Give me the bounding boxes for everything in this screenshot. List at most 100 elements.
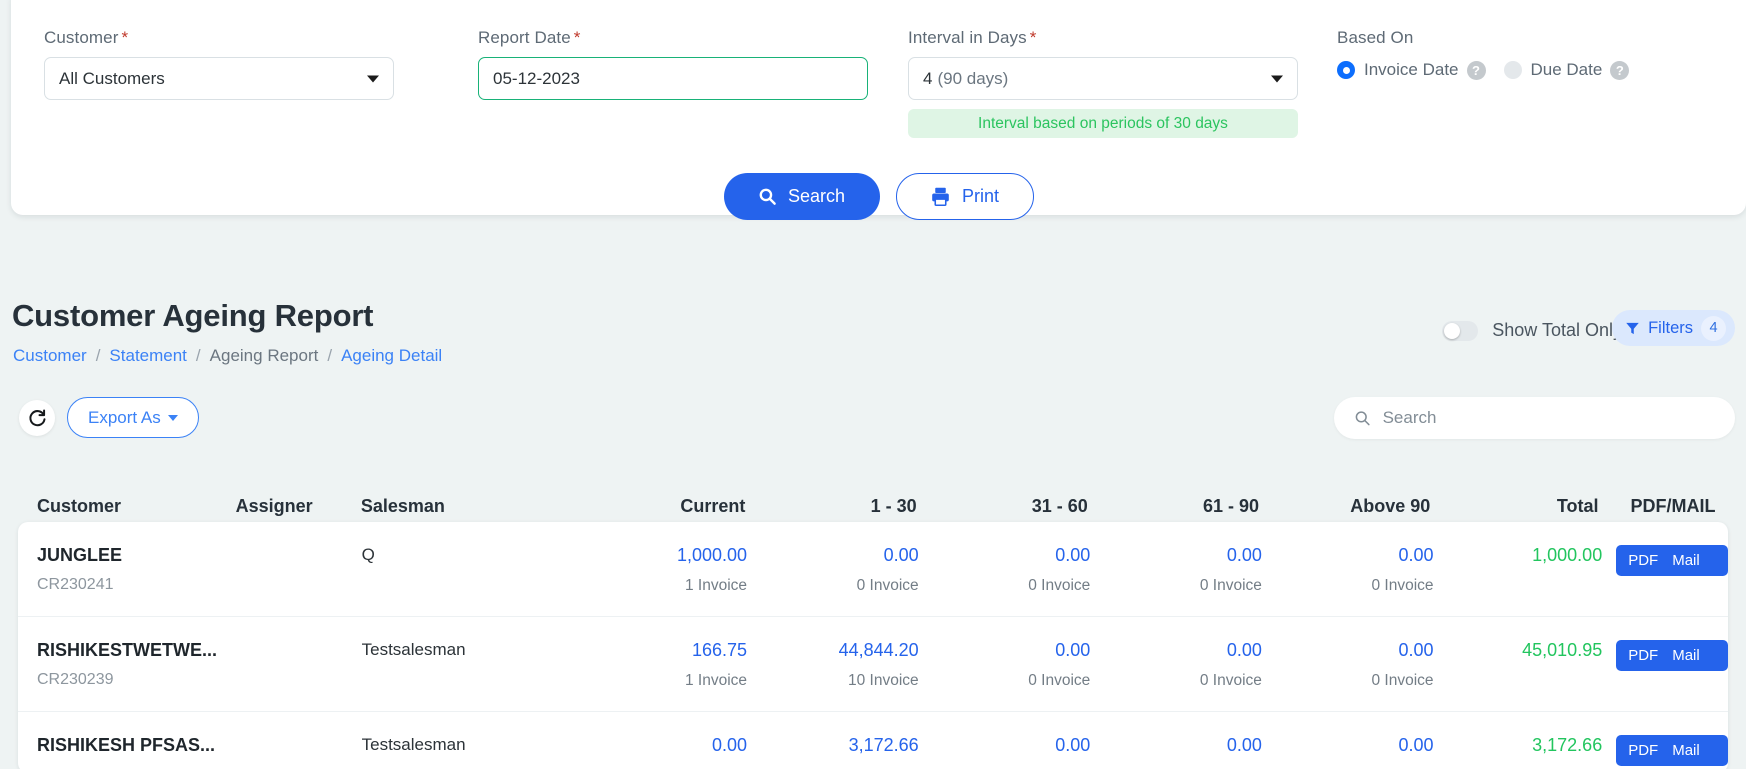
interval-value-number: 4 (923, 68, 933, 88)
toggle-switch[interactable] (1442, 320, 1479, 341)
filters-count-badge: 4 (1701, 315, 1726, 341)
amount[interactable]: 0.00 (1398, 545, 1433, 566)
customer-label-text: Customer (44, 28, 119, 47)
amount[interactable]: 0.00 (884, 545, 919, 566)
customer-code: CR230241 (37, 576, 114, 593)
help-icon[interactable]: ? (1466, 60, 1486, 80)
amount[interactable]: 0.00 (1055, 735, 1090, 756)
cell-customer: RISHIKESH PFSAS... (18, 735, 236, 756)
pdf-button[interactable]: PDF (1628, 742, 1658, 759)
cell-current: 1,000.00 1 Invoice (575, 545, 747, 595)
invoice-count: 0 Invoice (1371, 672, 1434, 689)
amount[interactable]: 166.75 (692, 640, 747, 661)
amount[interactable]: 0.00 (1227, 545, 1262, 566)
column-header-total: Total (1556, 495, 1599, 516)
export-as-label: Export As (88, 407, 161, 427)
mail-button[interactable]: Mail (1672, 647, 1700, 664)
report-date-input[interactable]: 05-12-2023 (478, 57, 868, 100)
amount[interactable]: 0.00 (1227, 735, 1262, 756)
amount[interactable]: 1,000.00 (677, 545, 747, 566)
radio-due-date[interactable] (1503, 61, 1522, 79)
cell-salesman: Testsalesman (361, 735, 466, 754)
amount[interactable]: 44,844.20 (839, 640, 919, 661)
based-on-field: Based On Invoice Date ? Due Date ? (1337, 28, 1647, 80)
cell-pdf-mail: PDF Mail (1602, 545, 1728, 576)
search-icon (1355, 411, 1370, 426)
cell-current: 0.00 (575, 735, 747, 756)
interval-label-text: Interval in Days (908, 28, 1027, 47)
print-button-label: Print (961, 186, 999, 206)
cell-pdf-mail: PDF Mail (1602, 735, 1728, 766)
table-search[interactable] (1334, 397, 1735, 439)
column-header-31-60: 31 - 60 (1031, 495, 1088, 516)
cell-above-90: 0.00 0 Invoice (1262, 545, 1433, 595)
amount[interactable]: 3,172.66 (849, 735, 919, 756)
cell-31-60: 0.00 0 Invoice (919, 640, 1091, 690)
pdf-button[interactable]: PDF (1628, 552, 1658, 569)
table-row[interactable]: JUNGLEE CR230241 Q 1,000.00 1 Invoice 0.00 0 I… (18, 522, 1728, 617)
amount[interactable]: 0.00 (1398, 640, 1433, 661)
pdf-mail-group[interactable]: PDF Mail (1616, 640, 1728, 671)
table-row[interactable]: RISHIKESTWETWE... CR230239 Testsalesman 166… (18, 617, 1728, 712)
breadcrumb-separator: / (95, 346, 101, 365)
amount[interactable]: 0.00 (712, 735, 747, 756)
filter-panel: Customer * All Customers Report Date * 05-… (11, 0, 1746, 220)
amount[interactable]: 0.00 (1227, 640, 1262, 661)
based-on-radio-group: Invoice Date ? Due Date ? (1337, 60, 1647, 80)
print-button[interactable]: Print (895, 173, 1034, 220)
cell-total: 1,000.00 (1434, 545, 1602, 566)
interval-select[interactable]: 4 (90 days) (908, 57, 1298, 100)
show-total-only-toggle[interactable]: Show Total Only (1442, 320, 1622, 341)
pdf-mail-group[interactable]: PDF Mail (1616, 735, 1728, 766)
radio-invoice-date-label[interactable]: Invoice Date (1364, 60, 1459, 80)
show-total-only-label: Show Total Only (1492, 320, 1622, 340)
column-header-above-90: Above 90 (1350, 495, 1431, 516)
filter-actions: Search Print (11, 173, 1746, 220)
breadcrumb-separator: / (327, 346, 333, 365)
breadcrumb-item-statement[interactable]: Statement (109, 346, 187, 366)
invoice-count: 0 Invoice (856, 577, 919, 594)
customer-code: CR230239 (37, 671, 114, 688)
column-header-current: Current (680, 495, 746, 516)
export-as-button[interactable]: Export As (67, 397, 199, 438)
cell-current: 166.75 1 Invoice (575, 640, 747, 690)
search-button[interactable]: Search (723, 173, 880, 220)
mail-button[interactable]: Mail (1672, 742, 1700, 759)
breadcrumb-item-customer[interactable]: Customer (13, 346, 87, 366)
cell-total: 3,172.66 (1434, 735, 1603, 756)
cell-above-90: 0.00 (1262, 735, 1433, 756)
refresh-button[interactable] (19, 400, 55, 436)
column-header-assigner: Assigner (235, 495, 313, 516)
search-input[interactable] (1382, 408, 1715, 428)
customer-select[interactable]: All Customers (44, 57, 394, 100)
pdf-mail-group[interactable]: PDF Mail (1616, 545, 1728, 576)
column-header-61-90: 61 - 90 (1202, 495, 1260, 516)
filter-fields: Customer * All Customers Report Date * 05-… (11, 0, 1746, 148)
filter-icon (1626, 322, 1639, 334)
column-header-salesman: Salesman (360, 495, 445, 516)
report-date-value: 05-12-2023 (493, 68, 580, 88)
based-on-label: Based On (1337, 28, 1414, 47)
amount[interactable]: 0.00 (1055, 545, 1090, 566)
pdf-button[interactable]: PDF (1628, 647, 1658, 664)
customer-label: Customer * (44, 28, 394, 48)
help-icon[interactable]: ? (1610, 60, 1630, 80)
total-amount: 3,172.66 (1532, 735, 1603, 755)
mail-button[interactable]: Mail (1672, 552, 1700, 569)
cell-61-90: 0.00 0 Invoice (1090, 640, 1262, 690)
customer-value: All Customers (59, 68, 165, 88)
filters-button[interactable]: Filters 4 (1612, 310, 1735, 346)
required-asterisk: * (573, 28, 581, 47)
breadcrumb-item-ageing-detail[interactable]: Ageing Detail (341, 346, 442, 366)
amount[interactable]: 0.00 (1055, 640, 1090, 661)
required-asterisk: * (121, 28, 129, 47)
invoice-count: 0 Invoice (1028, 672, 1091, 689)
amount[interactable]: 0.00 (1398, 735, 1433, 756)
radio-invoice-date[interactable] (1337, 61, 1355, 79)
table-row[interactable]: RISHIKESH PFSAS... Testsalesman 0.00 3,172.… (18, 712, 1728, 769)
column-header-1-30: 1 - 30 (870, 495, 917, 516)
filters-button-label: Filters (1648, 318, 1693, 337)
column-header-pdf-mail: PDF/MAIL (1630, 495, 1716, 516)
radio-due-date-label[interactable]: Due Date (1531, 60, 1603, 80)
interval-note: Interval based on periods of 30 days (908, 109, 1298, 138)
